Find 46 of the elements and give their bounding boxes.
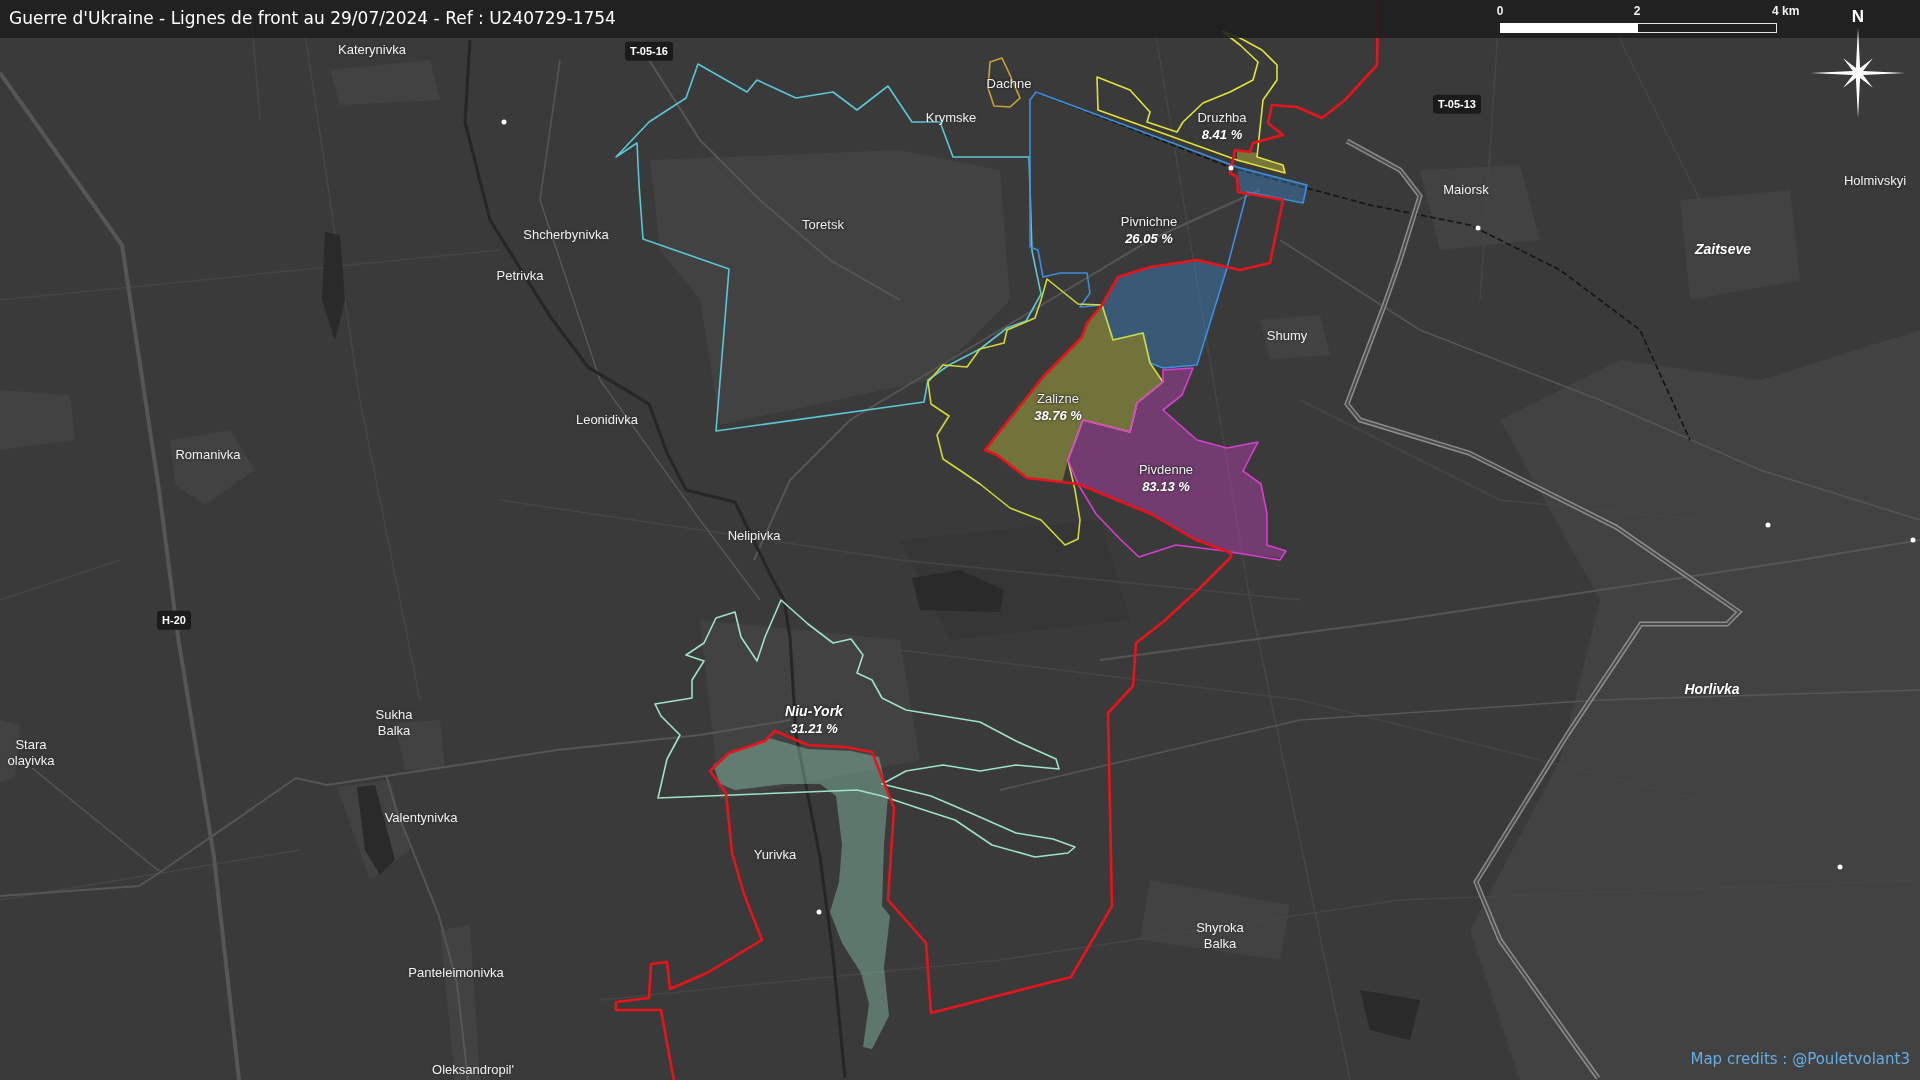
place-label: Pivnichne — [1120, 213, 1178, 230]
percentage-label: 26.05 % — [1125, 230, 1173, 247]
percentage-label: 83.13 % — [1142, 478, 1190, 495]
place-label: Toretsk — [802, 215, 844, 233]
place-dot-icon — [816, 909, 822, 915]
place-label: Panteleimonivka — [408, 965, 504, 981]
place-label: Stara olayivka — [7, 737, 55, 769]
place-label: Petrivka — [496, 268, 544, 284]
place-dot-icon — [501, 119, 507, 125]
percentage-label: 38.76 % — [1034, 407, 1082, 424]
place-label: Maiorsk — [1443, 182, 1489, 198]
scale-label: 4 km — [1772, 4, 1800, 18]
place-label: Pivdenne — [1138, 461, 1194, 478]
place-label: Holmivskyi — [1843, 173, 1907, 189]
place-label: Shyroka Balka — [1196, 920, 1244, 952]
scale-label: 0 — [1496, 4, 1504, 18]
place-label: Krymske — [925, 110, 977, 126]
road-sign: T-05-16 — [625, 41, 673, 61]
place-label: Shumy — [1266, 328, 1308, 344]
road-sign: T-05-13 — [1433, 94, 1481, 114]
place-label: Niu-York — [785, 703, 843, 720]
place-dot-icon — [1837, 864, 1843, 870]
place-label: Druzhba — [1197, 109, 1247, 126]
compass-north-label: N — [1851, 7, 1865, 26]
place-label: Yurivka — [753, 847, 797, 863]
place-label: Leonidivka — [575, 412, 639, 428]
place-label: Romanivka — [175, 447, 241, 463]
place-label: Zalizne — [1037, 390, 1079, 407]
scale-label: 2 — [1633, 4, 1641, 18]
place-label: Nelipivka — [727, 528, 781, 544]
place-label: Horlivka — [1684, 681, 1740, 697]
road-sign: H-20 — [157, 610, 191, 630]
place-label: Sukha Balka — [375, 707, 413, 739]
map-title: Guerre d'Ukraine - Lignes de front au 29/07/2024 - Ref : U240729-1754 — [8, 7, 616, 31]
place-dot-icon — [1228, 165, 1234, 171]
place-label: Zaitseve — [1695, 241, 1751, 257]
place-label: Valentynivka — [384, 810, 458, 826]
place-label: Oleksandropil' — [432, 1062, 514, 1078]
percentage-label: 8.41 % — [1201, 126, 1243, 143]
percentage-label: 31.21 % — [790, 720, 838, 737]
place-label: Katerynivka — [338, 42, 406, 58]
place-dot-icon — [1910, 537, 1916, 543]
place-dot-icon — [1765, 522, 1771, 528]
place-label: Shcherbynivka — [523, 227, 609, 243]
map-credits: Map credits : @Pouletvolant3 — [1690, 1048, 1910, 1070]
place-dot-icon — [1475, 225, 1481, 231]
